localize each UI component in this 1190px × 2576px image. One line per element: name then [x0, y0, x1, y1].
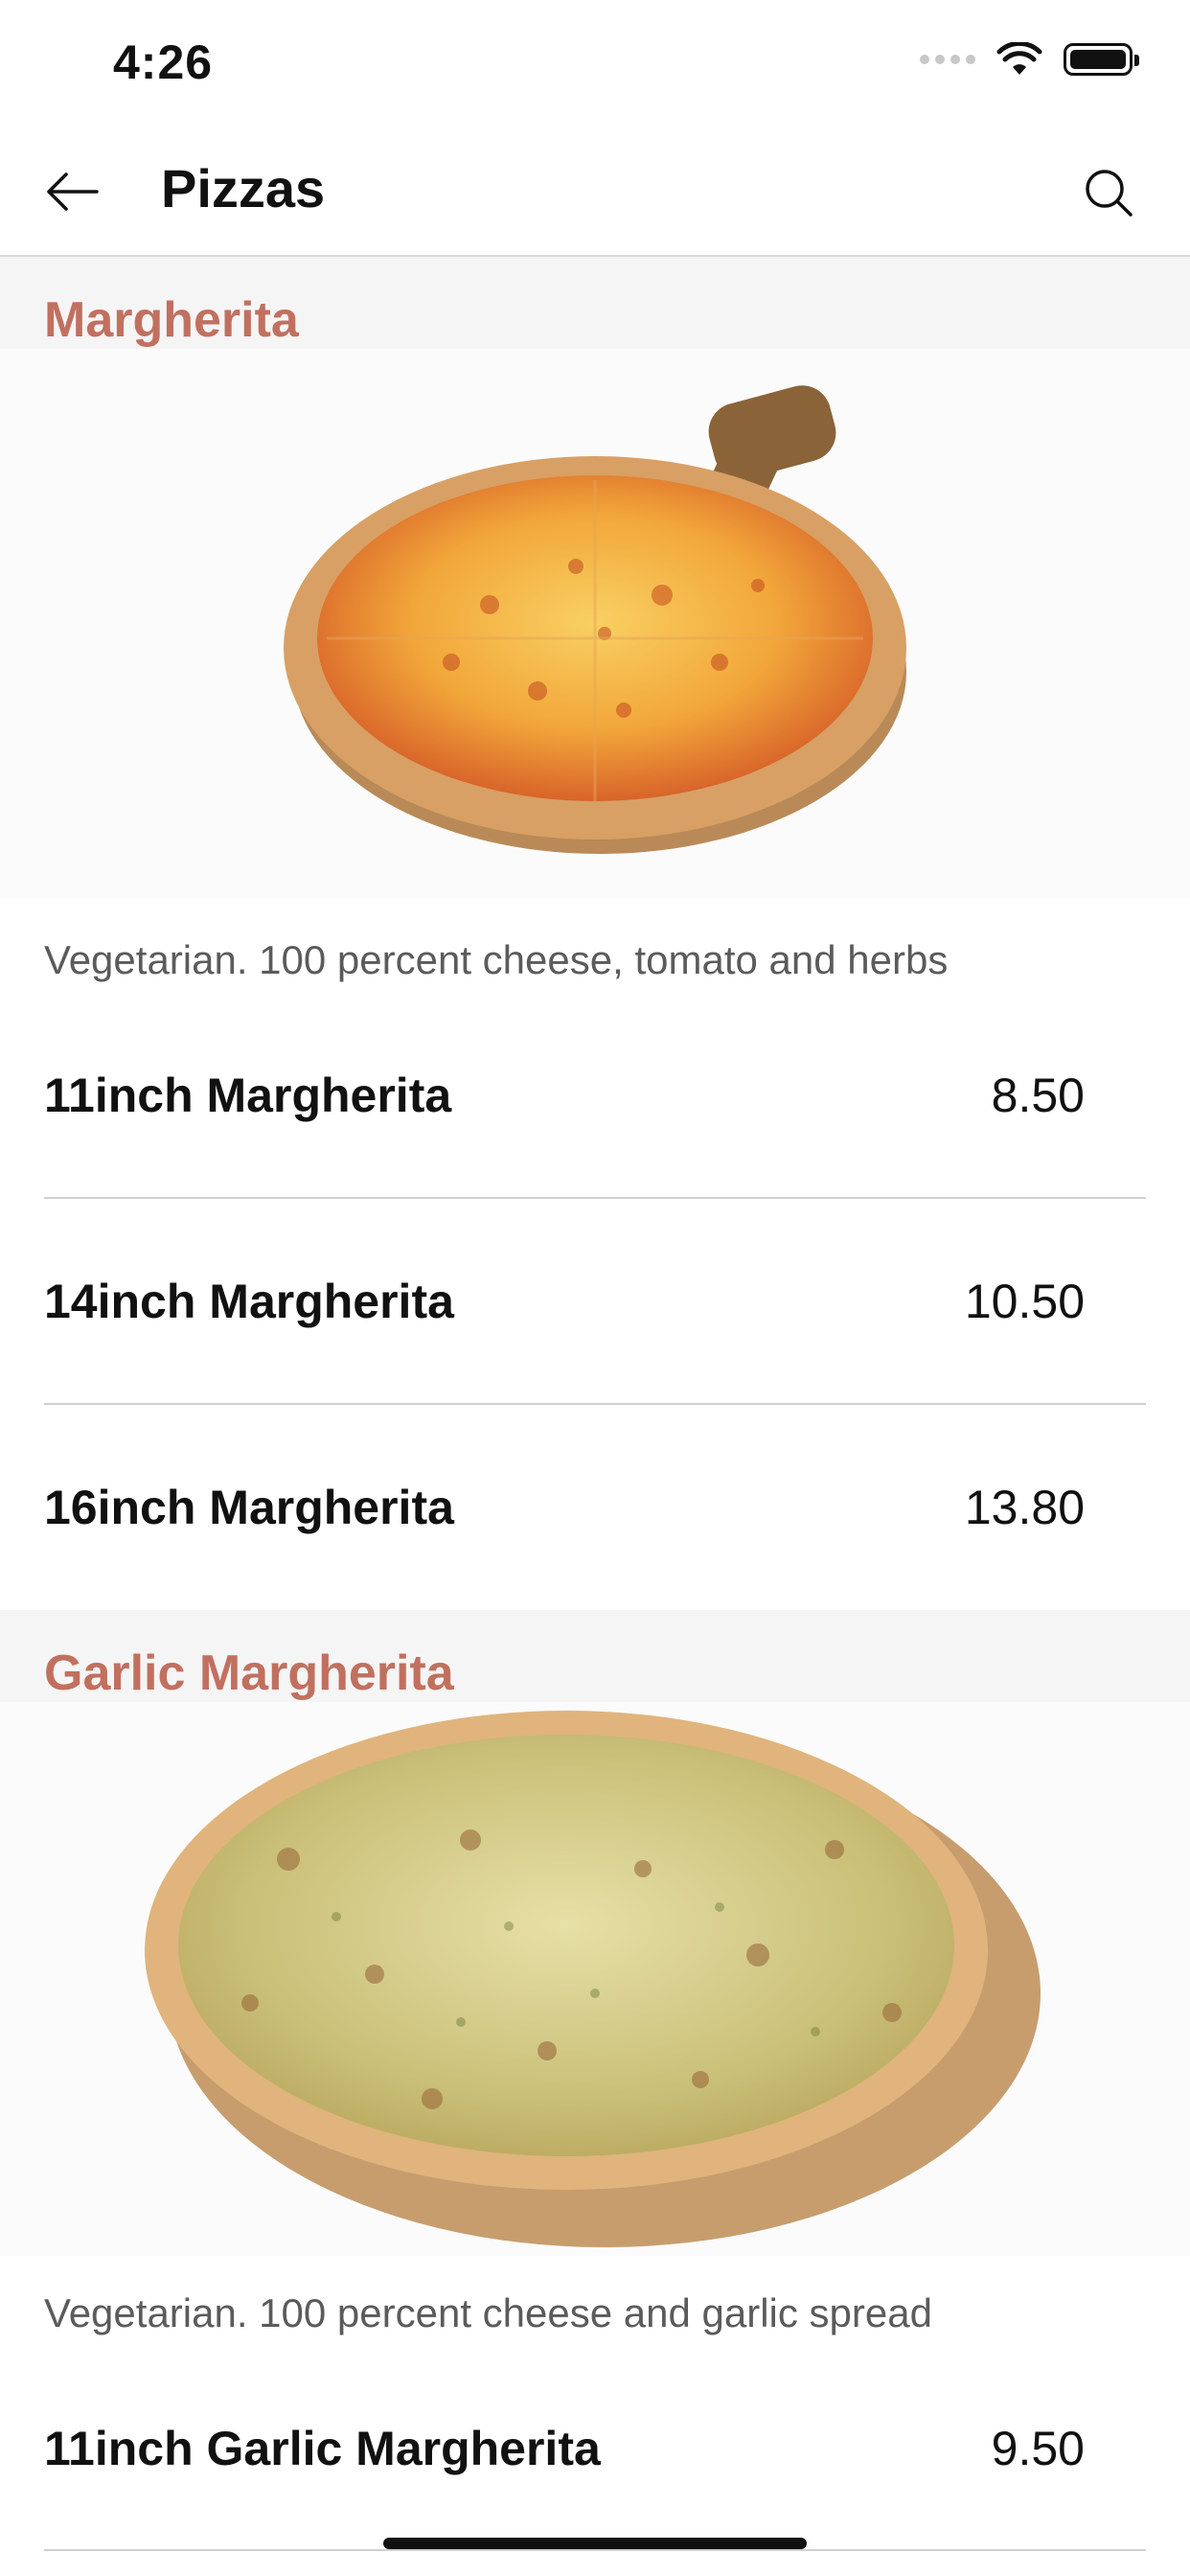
battery-icon	[1064, 43, 1139, 76]
signal-icon	[920, 55, 975, 64]
status-icons	[920, 42, 1139, 77]
arrow-left-icon	[47, 172, 99, 211]
status-time: 4:26	[113, 35, 214, 89]
item-price: 8.50	[991, 1069, 1085, 1122]
page-title: Pizzas	[161, 158, 326, 218]
search-button[interactable]	[1075, 159, 1142, 226]
menu-item-row[interactable]: 11inch Margherita 8.50	[44, 993, 1146, 1198]
pizza-description: Vegetarian. 100 percent cheese and garli…	[44, 2290, 932, 2335]
pizza-image	[145, 1711, 1041, 2247]
item-name: 11inch Margherita	[44, 1069, 452, 1122]
wifi-icon	[996, 42, 1042, 75]
nav-bar: Pizzas	[0, 128, 1190, 257]
back-button[interactable]	[38, 163, 105, 220]
section-title: Margherita	[44, 292, 299, 348]
section-header-margherita: Margherita	[0, 257, 1190, 349]
section-header-garlic-margherita: Garlic Margherita	[0, 1610, 1190, 1702]
pizza-description: Vegetarian. 100 percent cheese, tomato a…	[44, 937, 949, 982]
garlic-margherita-image[interactable]	[0, 1702, 1190, 2256]
divider	[44, 2549, 1146, 2551]
search-icon	[1086, 170, 1133, 217]
item-name: 11inch Garlic Margherita	[44, 2422, 601, 2475]
status-bar: 4:26	[0, 0, 1190, 128]
item-name: 14inch Margherita	[44, 1275, 454, 1328]
menu-item-row[interactable]: 14inch Margherita 10.50	[44, 1199, 1146, 1404]
item-name: 16inch Margherita	[44, 1481, 454, 1534]
item-price: 10.50	[964, 1275, 1085, 1328]
pizza-image	[284, 385, 906, 854]
item-price: 13.80	[964, 1481, 1085, 1534]
menu-item-row[interactable]: 11inch Garlic Margherita 9.50	[44, 2346, 1146, 2551]
margherita-image[interactable]	[0, 349, 1190, 899]
section-title: Garlic Margherita	[44, 1645, 454, 1701]
home-indicator[interactable]	[383, 2538, 807, 2549]
item-price: 9.50	[991, 2422, 1085, 2475]
menu-item-row[interactable]: 16inch Margherita 13.80	[44, 1405, 1146, 1610]
